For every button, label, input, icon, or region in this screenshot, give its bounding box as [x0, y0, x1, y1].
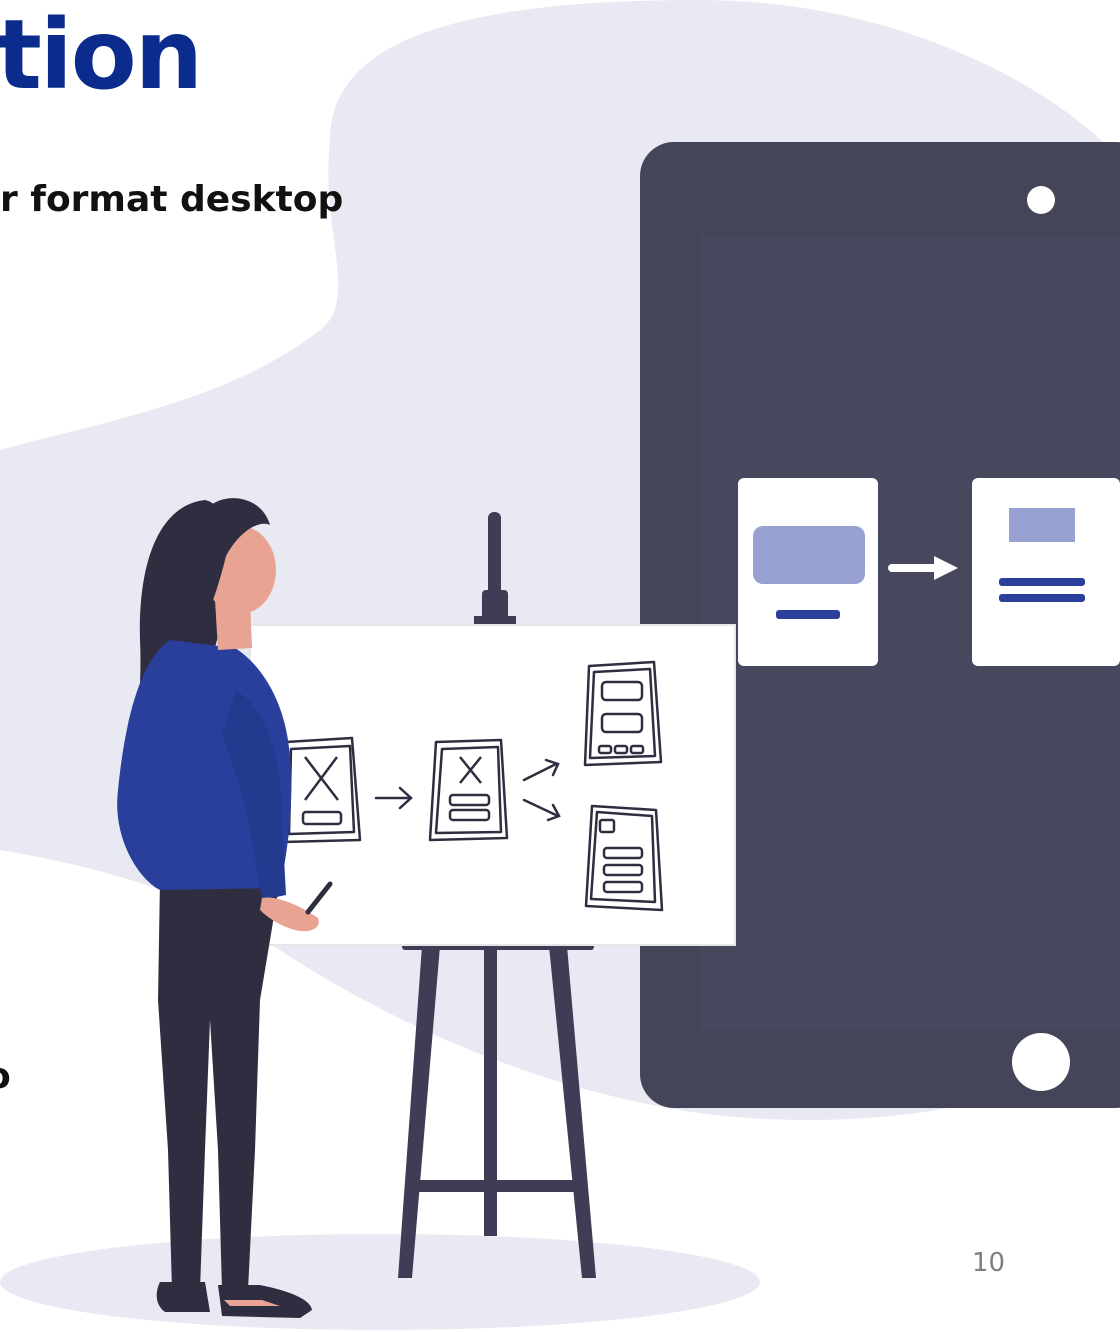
slide-title: tion — [0, 0, 203, 111]
slide: tion r format desktop o 10 — [0, 0, 1120, 1332]
page-number: 10 — [972, 1248, 1006, 1278]
slide-subtitle: r format desktop — [0, 179, 344, 220]
flow-card-left — [738, 478, 878, 666]
device-camera-icon — [1027, 186, 1055, 214]
flow-card-right — [972, 478, 1120, 666]
cropped-text-fragment: o — [0, 1056, 11, 1097]
device-home-button-icon — [1012, 1033, 1070, 1091]
floor-shadow — [0, 1234, 760, 1330]
